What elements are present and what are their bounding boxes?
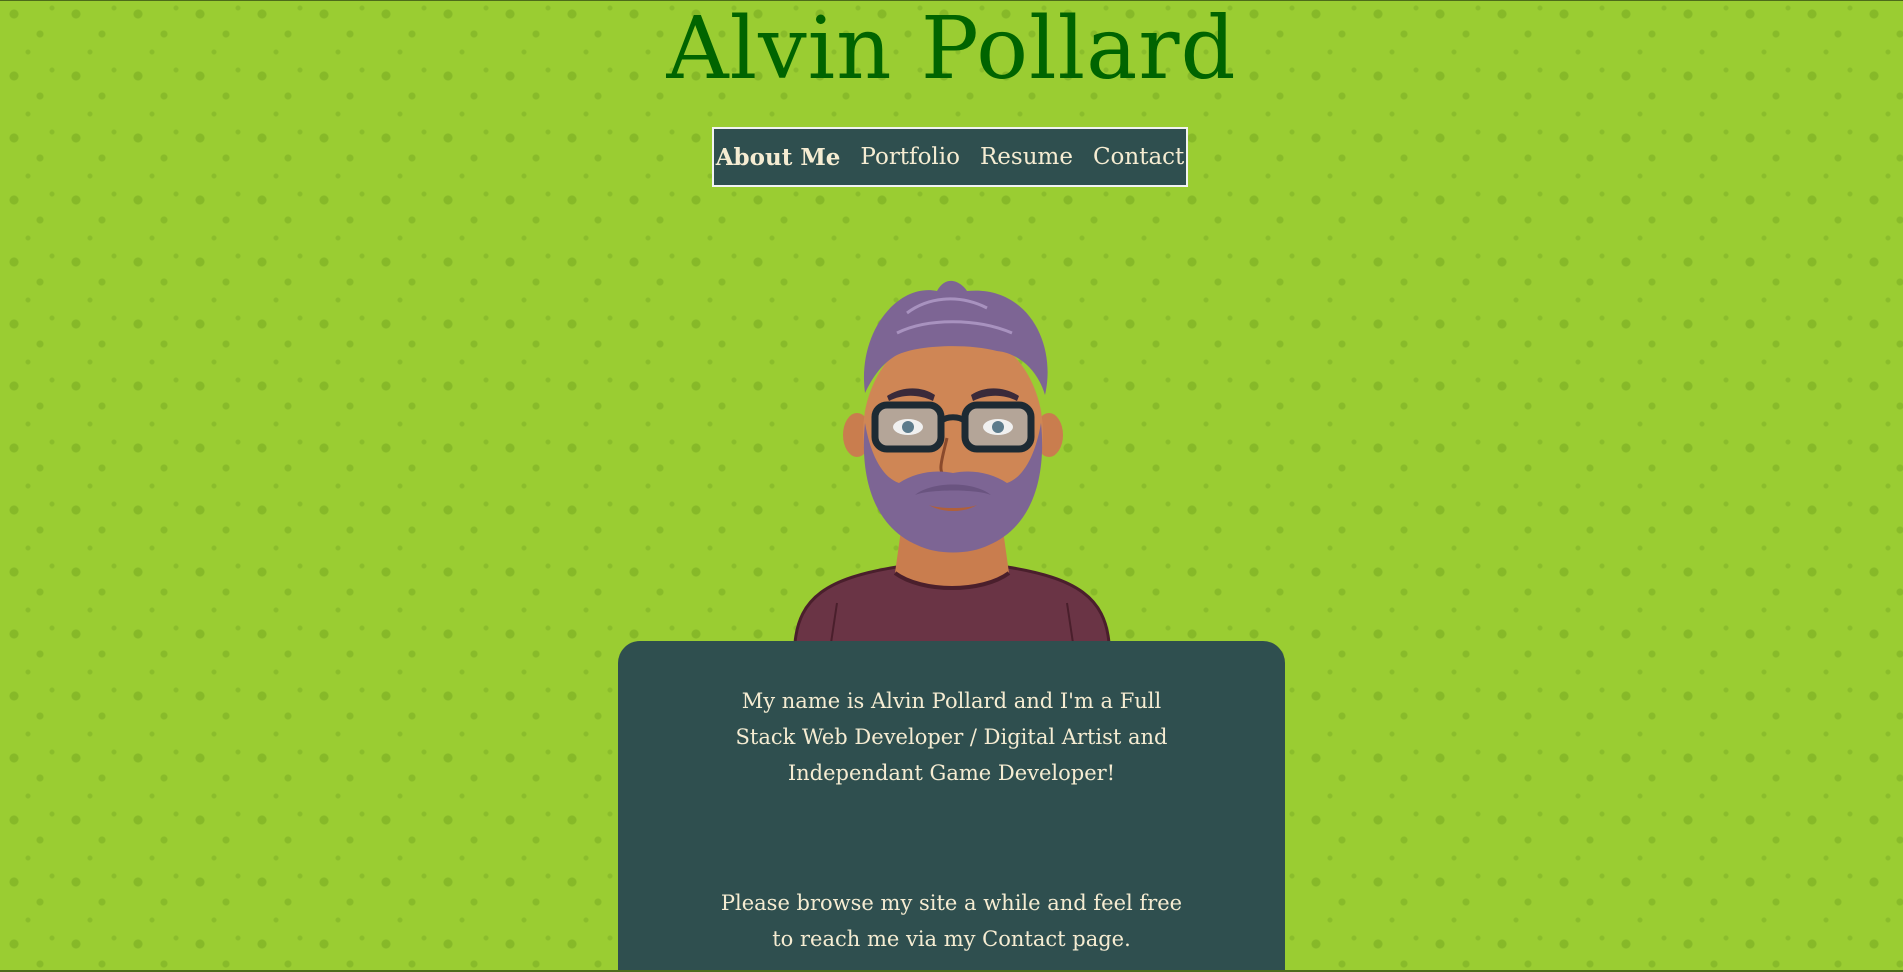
nav-resume[interactable]: Resume bbox=[980, 144, 1073, 170]
site-title: Alvin Pollard bbox=[666, 0, 1237, 99]
about-browse-text: Please browse my site a while and feel f… bbox=[720, 891, 1183, 951]
nav-about-me[interactable]: About Me bbox=[716, 144, 841, 171]
nav-portfolio[interactable]: Portfolio bbox=[860, 144, 960, 170]
nav-contact[interactable]: Contact bbox=[1093, 144, 1184, 170]
main-nav: About Me Portfolio Resume Contact bbox=[712, 127, 1188, 187]
avatar-illustration bbox=[793, 280, 1111, 643]
about-intro-text: My name is Alvin Pollard and I'm a Full … bbox=[735, 689, 1168, 785]
about-card: My name is Alvin Pollard and I'm a Full … bbox=[618, 641, 1285, 972]
